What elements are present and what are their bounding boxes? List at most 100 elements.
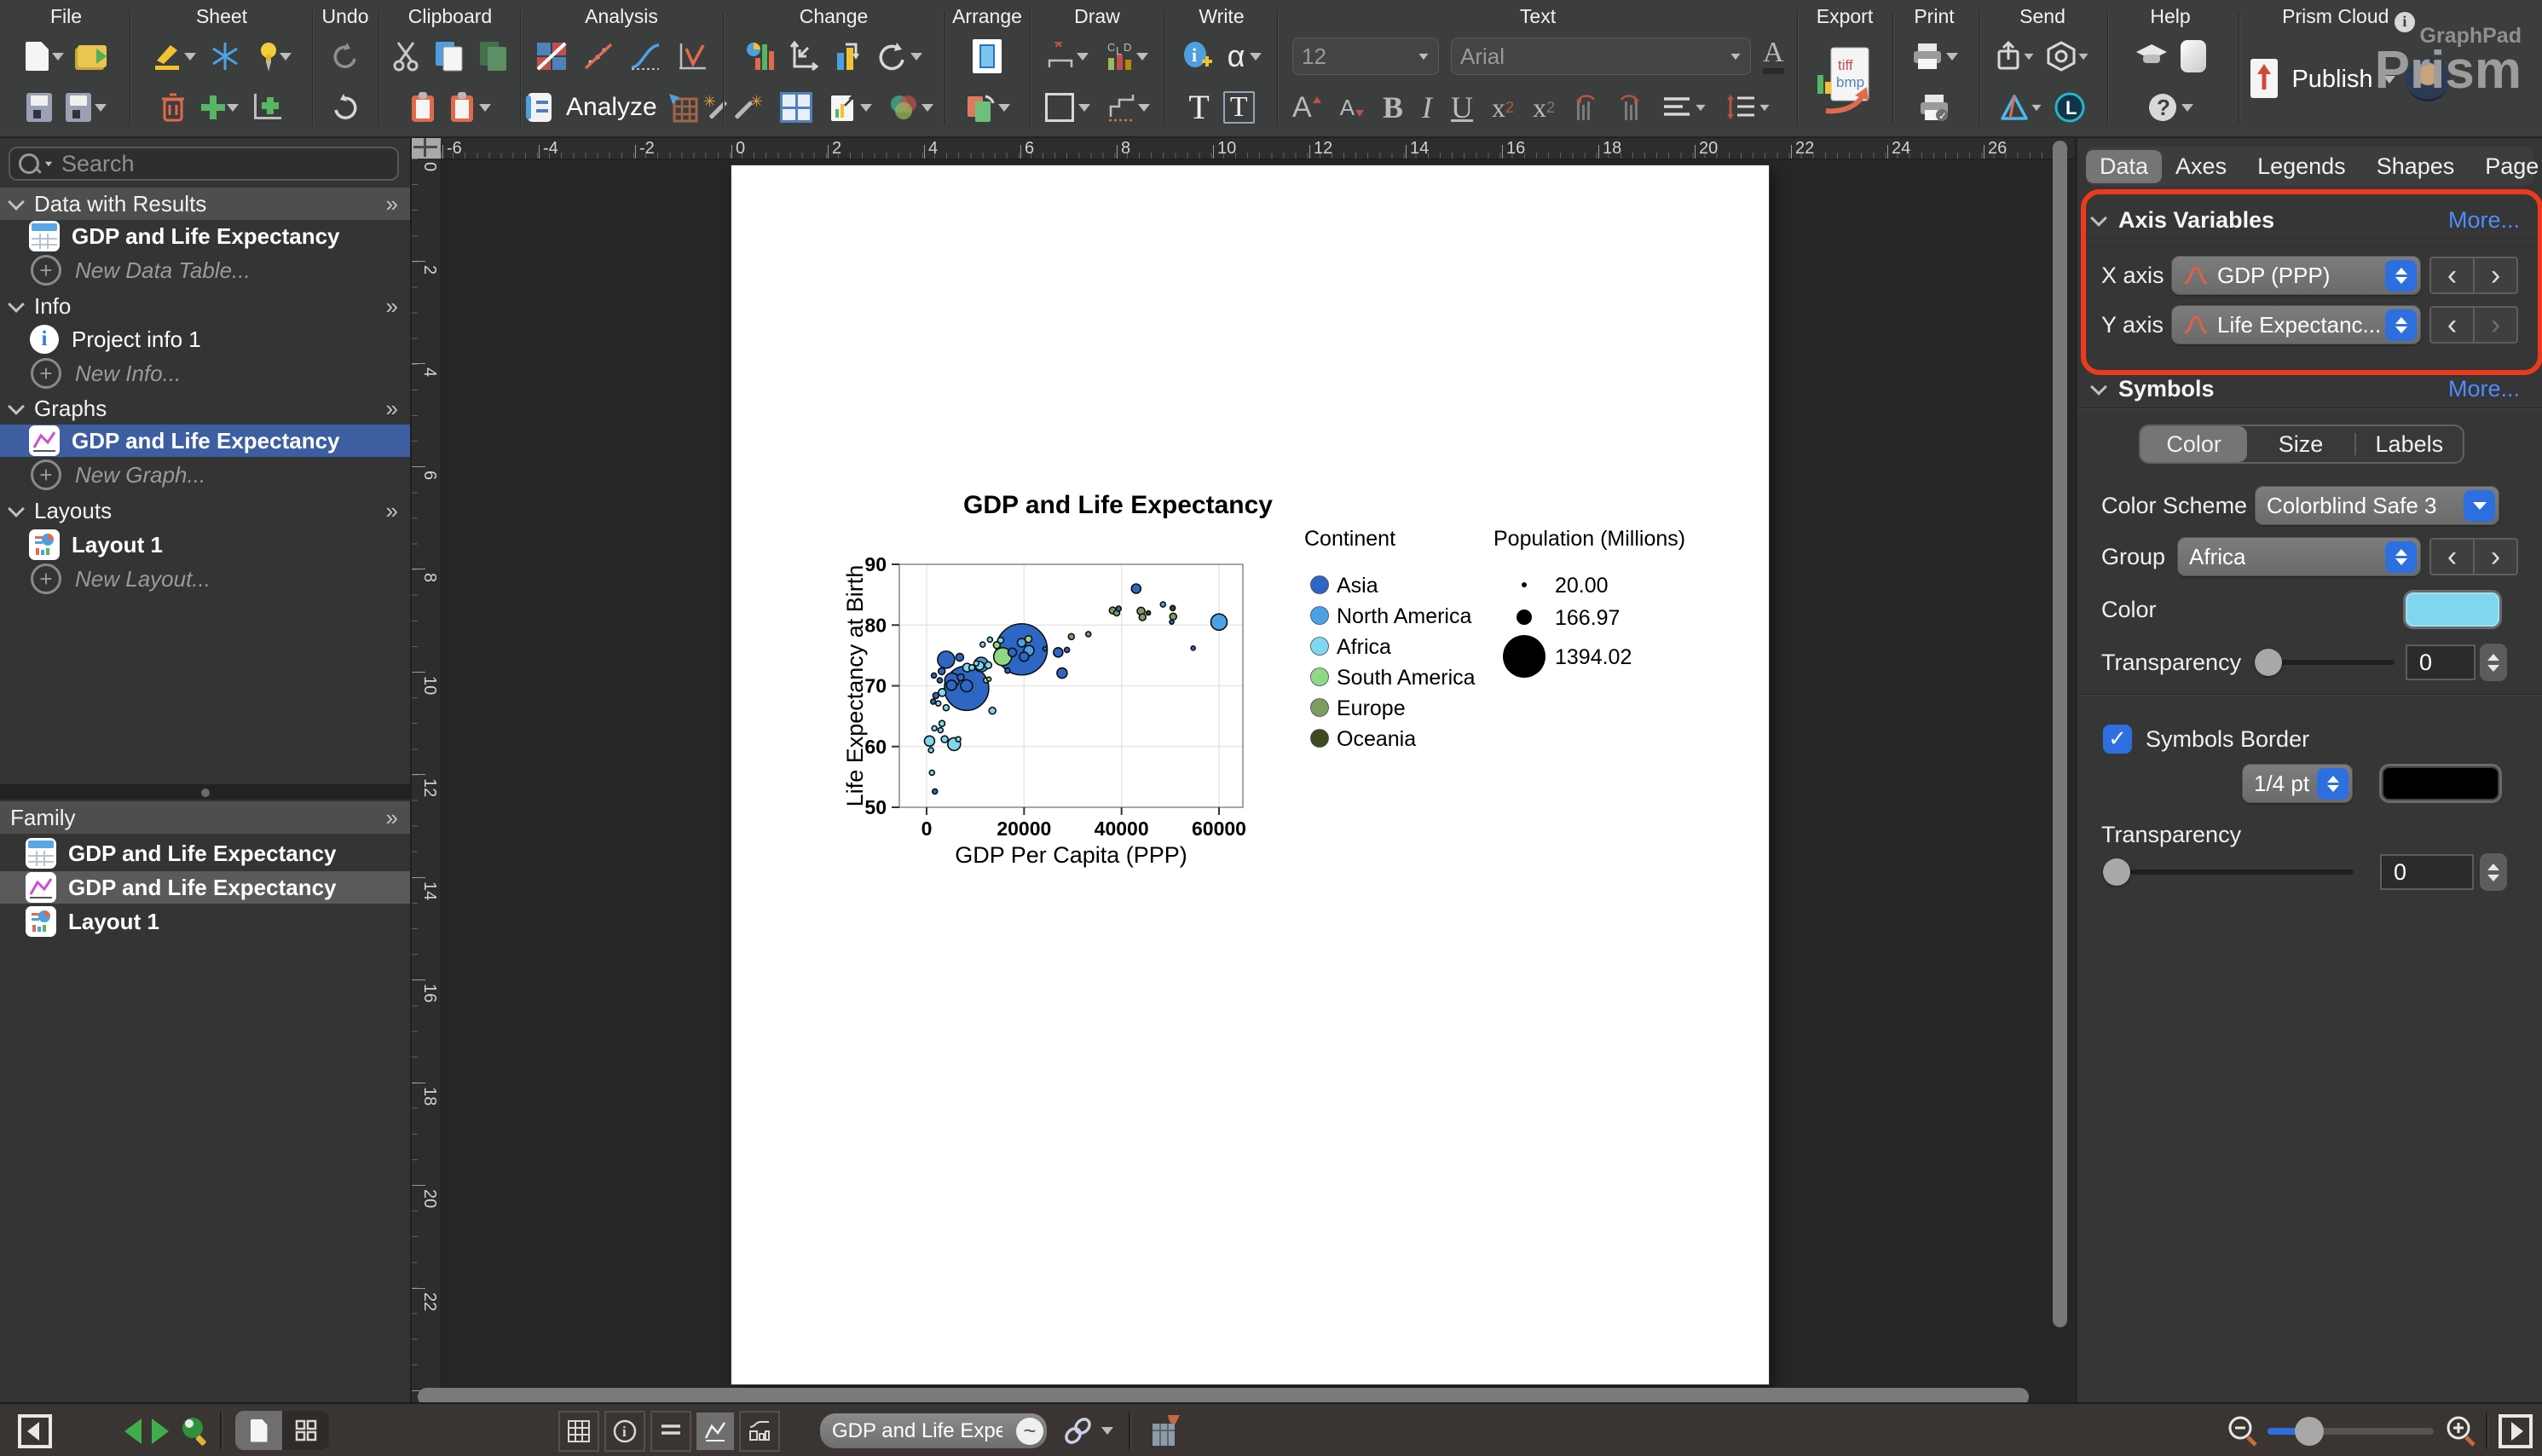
analyze-label[interactable]: Analyze	[566, 93, 657, 122]
transparency-value[interactable]: 0	[2406, 644, 2476, 680]
color-scheme-select[interactable]: Colorblind Safe 3	[2255, 486, 2499, 525]
family-item-layout[interactable]: Layout 1	[0, 905, 410, 938]
bubble-chart[interactable]: 02000040000600005060708090GDP and Life E…	[731, 165, 1769, 1384]
column-letters-icon[interactable]: CLD	[1106, 41, 1148, 72]
data-bubble[interactable]	[938, 651, 955, 668]
selection-icon[interactable]	[973, 39, 1002, 73]
collapse-panel-icon[interactable]	[17, 1404, 53, 1456]
data-bubble[interactable]	[946, 680, 956, 690]
sidebar-item-project-info[interactable]: i Project info 1	[0, 323, 410, 355]
chevron-down-icon[interactable]	[2464, 490, 2495, 522]
data-bubble[interactable]	[989, 708, 996, 714]
data-bubble[interactable]	[938, 728, 943, 733]
sidebar-section-info[interactable]: Info »	[0, 290, 410, 322]
x-axis-variable-select[interactable]: GDP (PPP)	[2171, 256, 2421, 295]
next-button[interactable]: ›	[2473, 540, 2516, 574]
axis-variables-header[interactable]: Axis Variables More...	[2077, 205, 2542, 235]
sidebar-item-new-graph[interactable]: + New Graph...	[0, 459, 410, 491]
symbol-color-swatch[interactable]	[2406, 592, 2499, 627]
nonlinear-fit-icon[interactable]	[630, 42, 661, 71]
data-bubble[interactable]	[924, 736, 934, 746]
copy-icon[interactable]	[434, 40, 465, 72]
rotate-object-icon[interactable]	[965, 91, 1010, 124]
line-spacing-icon[interactable]	[1725, 95, 1771, 120]
data-bubble[interactable]	[1131, 584, 1141, 593]
data-bubble[interactable]	[980, 642, 985, 647]
undo-icon[interactable]	[330, 92, 361, 123]
publish-icon[interactable]	[2247, 57, 2281, 101]
data-bubble[interactable]	[929, 770, 934, 775]
color-scheme-icon[interactable]	[887, 93, 933, 122]
superscript-icon[interactable]: x2	[1492, 94, 1514, 121]
help-question-icon[interactable]: ?	[2147, 92, 2193, 123]
font-color-icon[interactable]: A	[1763, 38, 1784, 74]
rotate-text-left-icon[interactable]	[1574, 93, 1599, 122]
resize-graph-icon[interactable]	[828, 92, 872, 123]
sidebar-section-layouts[interactable]: Layouts »	[0, 494, 410, 527]
data-bubble[interactable]	[985, 662, 991, 668]
sidebar-item-new-info[interactable]: + New Info...	[0, 357, 410, 390]
border-transparency-slider[interactable]	[2105, 870, 2354, 875]
results-view-icon[interactable]	[650, 1411, 691, 1452]
layout-view-icon[interactable]	[739, 1411, 780, 1452]
data-bubble[interactable]	[1005, 668, 1010, 673]
significance-bracket-icon[interactable]: *	[1046, 42, 1089, 71]
data-bubble[interactable]	[941, 736, 948, 742]
zoom-out-icon[interactable]	[2227, 1404, 2259, 1456]
data-bubble[interactable]	[1054, 648, 1063, 657]
family-item-data-table[interactable]: GDP and Life Expectancy	[0, 837, 410, 870]
transparency-stepper[interactable]	[2480, 644, 2507, 681]
decrease-font-icon[interactable]: A	[1340, 95, 1364, 121]
data-bubble[interactable]	[957, 674, 964, 681]
next-sheet-icon[interactable]	[152, 1404, 169, 1456]
tab-shapes[interactable]: Shapes	[2363, 150, 2469, 183]
data-bubble[interactable]	[997, 638, 1003, 644]
tab-page[interactable]: Page	[2471, 150, 2542, 183]
data-bubble[interactable]	[1139, 614, 1146, 621]
underline-icon[interactable]: U	[1451, 92, 1473, 123]
italic-icon[interactable]: I	[1422, 92, 1432, 123]
save-as-icon[interactable]	[66, 93, 107, 122]
data-bubble[interactable]	[932, 673, 937, 678]
sidebar-item-new-data-table[interactable]: + New Data Table...	[0, 254, 410, 286]
y-axis-variable-select[interactable]: Life Expectanc...	[2171, 305, 2421, 344]
exclude-values-icon[interactable]	[536, 42, 567, 71]
data-bubble[interactable]	[1068, 633, 1074, 639]
double-chevron-icon[interactable]: »	[386, 805, 396, 831]
print-preview-icon[interactable]: ✓	[1918, 93, 1950, 122]
info-view-icon[interactable]: i	[604, 1411, 645, 1452]
ruler-origin-crosshair[interactable]	[412, 138, 441, 159]
data-bubble[interactable]	[956, 654, 963, 662]
updown-icon[interactable]	[2385, 541, 2417, 573]
zoom-in-icon[interactable]	[2445, 1404, 2477, 1456]
zoom-slider[interactable]	[2268, 1404, 2434, 1456]
group-select[interactable]: Africa	[2177, 537, 2421, 576]
freeze-sheet-icon[interactable]	[210, 41, 240, 72]
sidebar-item-new-layout[interactable]: + New Layout...	[0, 563, 410, 595]
data-bubble[interactable]	[1116, 606, 1121, 611]
labarchives-icon[interactable]: L	[2054, 92, 2085, 123]
mode-size[interactable]: Size	[2247, 426, 2354, 462]
linear-regression-icon[interactable]	[584, 42, 613, 71]
sidebar-splitter[interactable]	[0, 784, 410, 800]
text-tool-icon[interactable]: T	[1188, 90, 1209, 124]
updown-icon[interactable]	[2385, 260, 2417, 292]
greek-alpha-icon[interactable]: α	[1228, 41, 1262, 72]
data-bubble[interactable]	[933, 692, 939, 698]
data-bubble[interactable]	[928, 748, 933, 753]
font-family-select[interactable]: Arial	[1451, 38, 1751, 75]
next-button[interactable]: ›	[2473, 308, 2516, 342]
search-sheets-icon[interactable]	[179, 1404, 211, 1456]
text-box-icon[interactable]: T	[1223, 91, 1255, 124]
rename-sheet-icon[interactable]	[152, 42, 196, 71]
border-transparency-value[interactable]: 0	[2380, 854, 2474, 890]
data-bubble[interactable]	[1086, 632, 1091, 637]
add-info-icon[interactable]: i	[1181, 41, 1214, 72]
open-folder-icon[interactable]	[78, 45, 107, 67]
mode-color[interactable]: Color	[2140, 426, 2247, 462]
share-icon[interactable]	[1996, 41, 2035, 72]
prev-button[interactable]: ‹	[2431, 308, 2473, 342]
symbols-header[interactable]: Symbols More...	[2077, 373, 2542, 404]
sidebar-item-data-table[interactable]: GDP and Life Expectancy	[0, 220, 410, 252]
align-text-icon[interactable]	[1662, 95, 1707, 120]
